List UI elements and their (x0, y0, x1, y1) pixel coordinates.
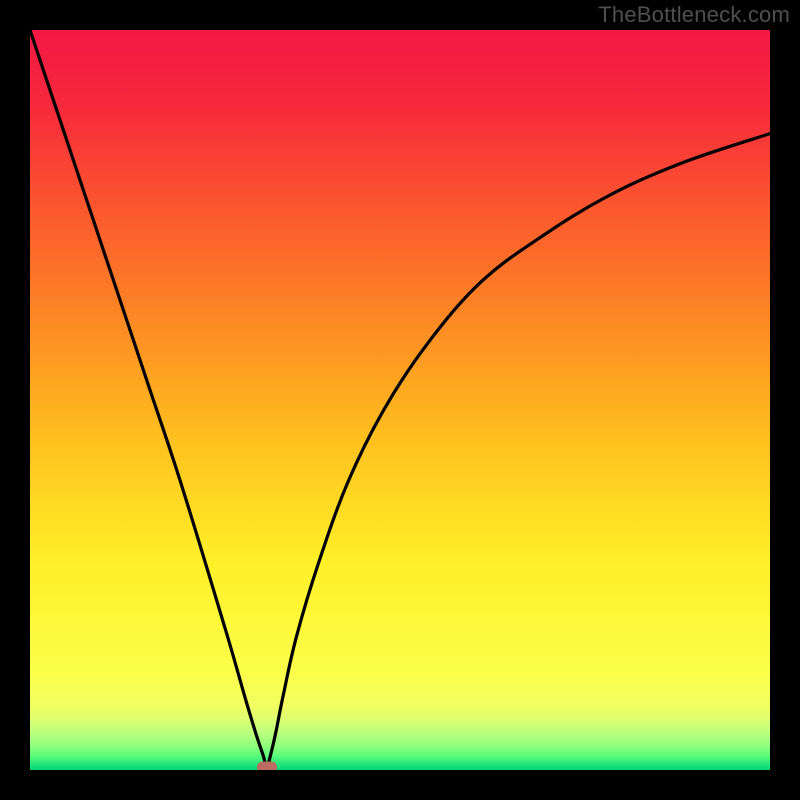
chart-frame: TheBottleneck.com (0, 0, 800, 800)
plot-area (30, 30, 770, 770)
minimum-marker (257, 762, 277, 770)
bottleneck-curve (30, 30, 770, 770)
watermark-text: TheBottleneck.com (598, 2, 790, 28)
